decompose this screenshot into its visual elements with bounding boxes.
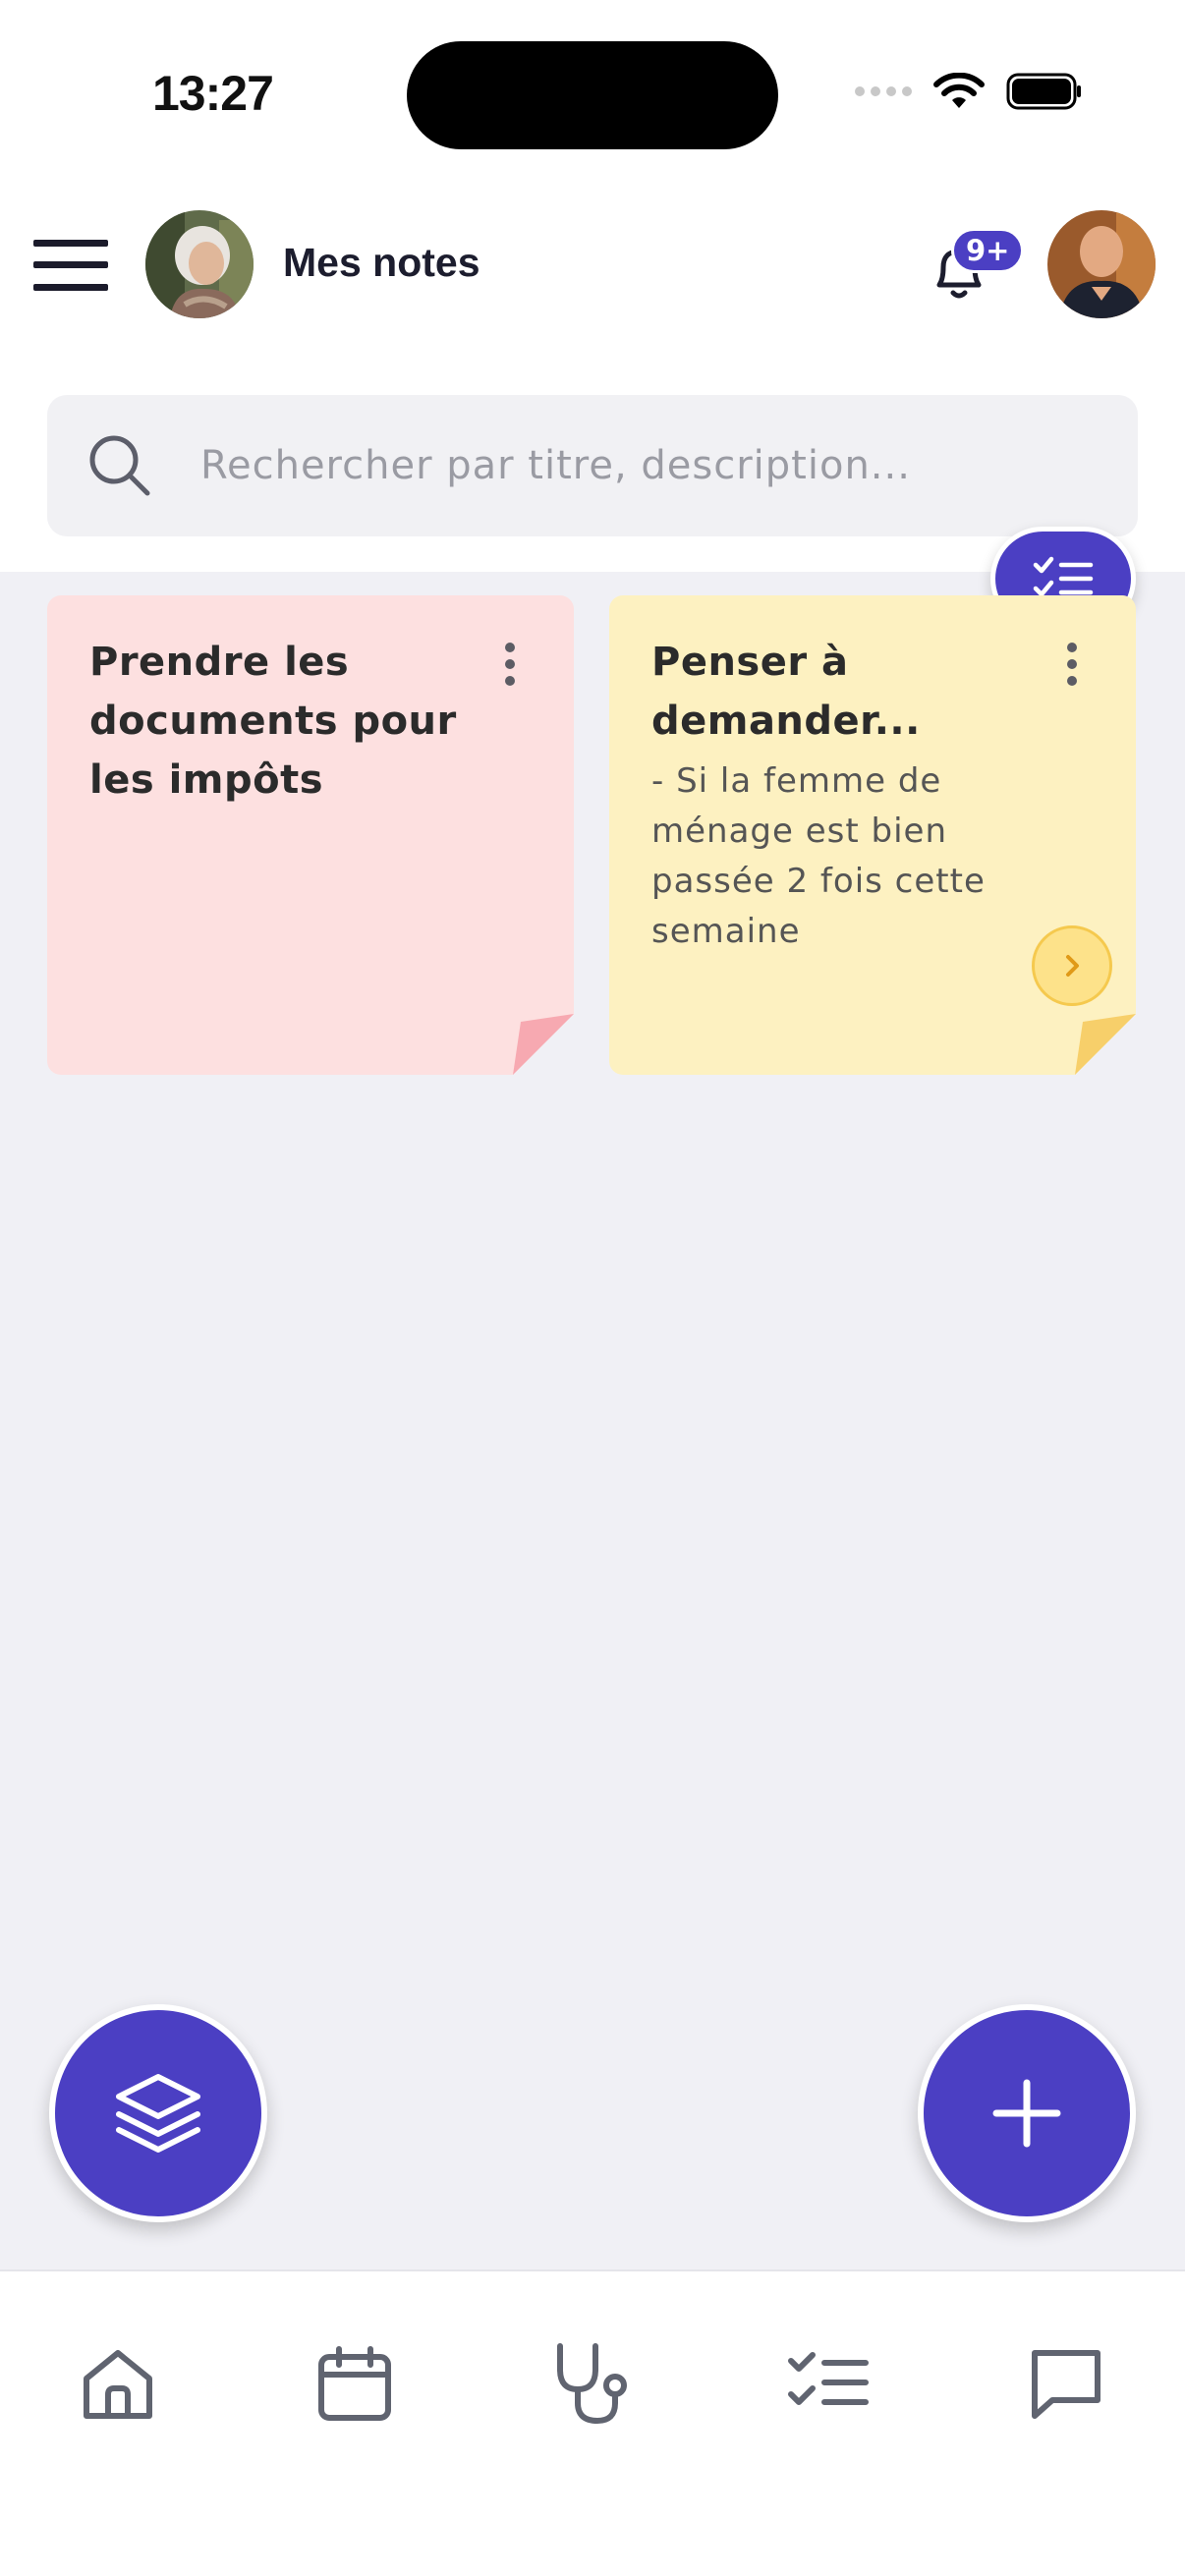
calendar-icon	[318, 2346, 391, 2421]
battery-icon	[1006, 73, 1081, 110]
user-avatar[interactable]	[1047, 210, 1156, 318]
note-title: Penser à demander...	[651, 640, 921, 744]
add-note-button[interactable]	[918, 2004, 1136, 2222]
bottom-navigation	[0, 2269, 1185, 2576]
profile-avatar[interactable]	[145, 210, 254, 318]
menu-button[interactable]	[33, 240, 108, 291]
nav-calendar[interactable]	[301, 2330, 409, 2438]
note-card[interactable]: Prendre les documents pour les impôts	[47, 595, 574, 1075]
search-bar[interactable]	[47, 395, 1138, 536]
page-fold	[1075, 1014, 1136, 1075]
search-input[interactable]	[200, 424, 1104, 507]
chevron-right-icon	[1066, 955, 1079, 977]
nav-health[interactable]	[536, 2330, 645, 2438]
cellular-signal-icon	[855, 86, 912, 96]
status-time: 13:27	[152, 66, 274, 121]
notification-badge: 9+	[951, 228, 1025, 273]
categories-button[interactable]	[49, 2004, 267, 2222]
note-title: Prendre les documents pour les impôts	[89, 640, 457, 803]
nav-messages[interactable]	[1012, 2330, 1120, 2438]
open-note-button[interactable]	[1032, 925, 1112, 1006]
home-icon	[84, 2350, 152, 2419]
more-options-icon[interactable]	[1057, 637, 1087, 692]
wifi-icon	[933, 73, 985, 108]
notes-screen: 13:27 Mes notes 9+ Rechercher par titre,…	[0, 0, 1185, 2576]
checklist-icon	[788, 2352, 869, 2405]
more-options-icon[interactable]	[495, 637, 525, 692]
nav-tasks[interactable]	[774, 2330, 882, 2438]
note-card[interactable]: Penser à demander... - Si la femme de mé…	[609, 595, 1136, 1075]
layers-icon	[116, 2074, 200, 2153]
plus-icon	[992, 2079, 1061, 2148]
note-description: - Si la femme de ménage est bien passée …	[651, 761, 986, 951]
dynamic-island	[407, 41, 778, 149]
page-fold	[513, 1014, 574, 1075]
nav-home[interactable]	[64, 2330, 172, 2438]
search-icon	[89, 435, 150, 496]
stethoscope-icon	[557, 2343, 627, 2425]
chat-icon	[1032, 2350, 1100, 2419]
page-title: Mes notes	[283, 240, 480, 285]
status-indicators	[855, 73, 1083, 110]
